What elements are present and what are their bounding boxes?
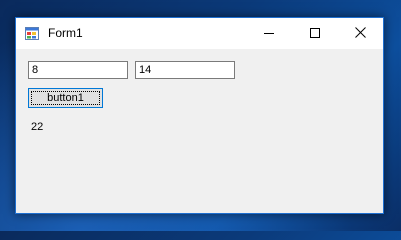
minimize-icon <box>264 25 274 43</box>
close-button[interactable] <box>337 18 383 49</box>
textbox2[interactable] <box>135 61 235 79</box>
window-title: Form1 <box>48 26 83 40</box>
form1-window: Form1 button1 22 <box>15 17 384 214</box>
result-label: 22 <box>31 121 44 133</box>
minimize-button[interactable] <box>246 18 292 49</box>
button1-label: button1 <box>31 91 100 105</box>
winforms-app-icon <box>25 27 39 40</box>
button1[interactable]: button1 <box>28 88 103 108</box>
form-client-area: button1 22 <box>16 49 383 213</box>
close-icon <box>354 25 366 43</box>
title-bar[interactable]: Form1 <box>16 18 383 49</box>
maximize-button[interactable] <box>292 18 338 49</box>
textbox1[interactable] <box>28 61 128 79</box>
maximize-icon <box>310 25 320 43</box>
